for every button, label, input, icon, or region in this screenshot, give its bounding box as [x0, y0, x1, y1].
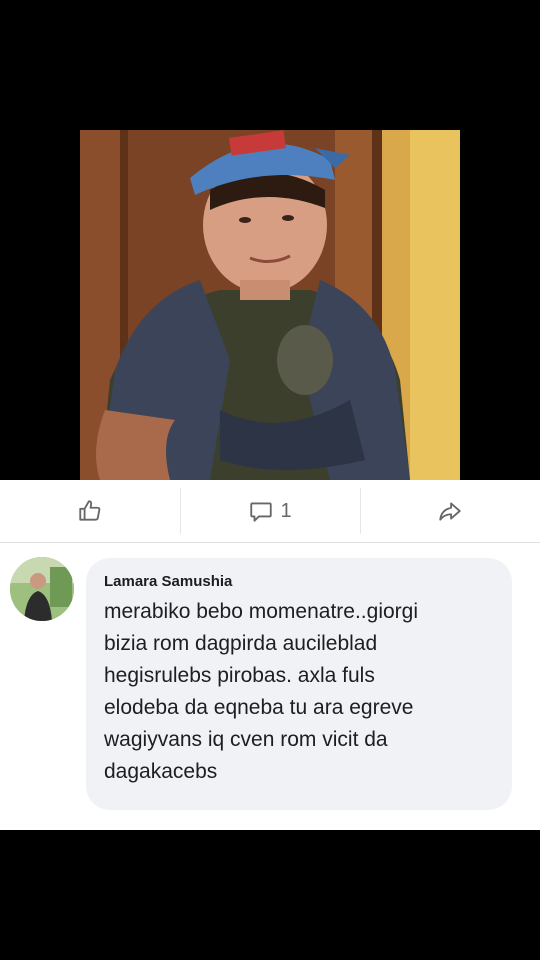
comment-bubble: Lamara Samushia merabiko bebo momenatre.…: [86, 558, 512, 810]
post-photo-image: [80, 130, 460, 480]
comment-bubble-icon: [250, 502, 273, 522]
comment-line: elodeba da eqneba tu ara egreve: [104, 696, 414, 719]
comment-line: bizia rom dagpirda aucileblad: [104, 632, 378, 655]
comment-text: merabiko bebo momenatre..giorgi bizia ro…: [104, 596, 504, 788]
comment-line: merabiko bebo momenatre..giorgi: [104, 600, 418, 623]
like-button[interactable]: [0, 480, 180, 542]
comment-line: wagiyvans iq cven rom vicit da: [104, 728, 388, 751]
post-card: 1 Lamara Samushia merabiko bebo momenatr…: [0, 480, 540, 830]
share-arrow-icon: [439, 502, 461, 521]
comment-count: 1: [280, 499, 292, 522]
post-action-bar: 1: [0, 480, 540, 543]
share-button[interactable]: [360, 480, 540, 542]
commenter-avatar[interactable]: [10, 557, 74, 621]
thumbs-up-icon: [79, 500, 101, 521]
comment-button[interactable]: 1: [180, 480, 360, 542]
bottom-black-band: [0, 830, 540, 960]
post-photo[interactable]: [80, 130, 460, 480]
comment: Lamara Samushia merabiko bebo momenatre.…: [0, 550, 540, 820]
comment-line: dagakacebs: [104, 760, 218, 783]
comment-line: hegisrulebs pirobas. axla fuls: [104, 664, 375, 687]
comment-author-name[interactable]: Lamara Samushia: [104, 573, 494, 590]
avatar-image: [10, 557, 74, 621]
screenshot-screen: 1 Lamara Samushia merabiko bebo momenatr…: [0, 0, 540, 960]
